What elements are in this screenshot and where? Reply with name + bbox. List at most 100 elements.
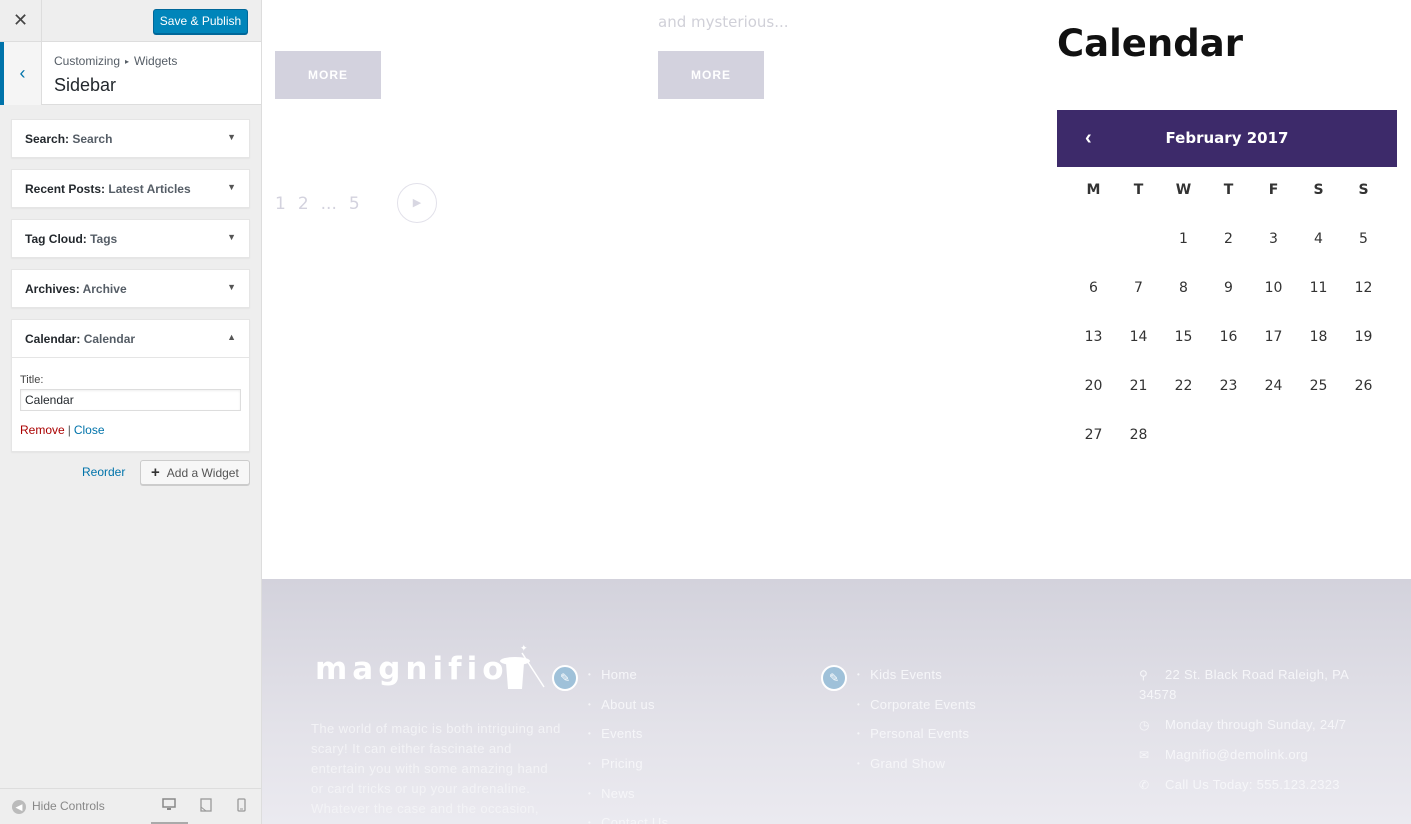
- chevron-left-icon[interactable]: ‹: [1085, 110, 1092, 167]
- footer-contact: ⚲ 22 St. Black Road Raleigh, PA 34578 ◷ Mo…: [1139, 665, 1359, 805]
- calendar-day: 13: [1084, 329, 1103, 345]
- contact-address: ⚲ 22 St. Black Road Raleigh, PA 34578: [1139, 667, 1349, 702]
- title-label: Title:: [20, 374, 44, 386]
- calendar-day: [1116, 216, 1161, 265]
- triangle-up-icon[interactable]: ▲: [227, 332, 236, 342]
- calendar-day: 21: [1129, 378, 1148, 394]
- back-button[interactable]: ‹: [0, 42, 42, 105]
- widget-name: Recent Posts: Latest Articles: [25, 182, 191, 196]
- widget-header[interactable]: Recent Posts: Latest Articles ▼: [12, 170, 249, 207]
- triangle-down-icon[interactable]: ▼: [227, 282, 236, 292]
- widget-calendar[interactable]: Calendar: Calendar ▲ Title: Remove|Close: [11, 319, 250, 452]
- mobile-preview-icon[interactable]: [237, 798, 246, 815]
- contact-email[interactable]: ✉ Magnifio@demolink.org: [1139, 745, 1359, 765]
- calendar-day: 11: [1309, 280, 1328, 296]
- widget-archives[interactable]: Archives: Archive ▼: [11, 269, 250, 308]
- widget-header[interactable]: Search: Search ▼: [12, 120, 249, 157]
- footer-link-pricing[interactable]: Pricing: [588, 756, 668, 786]
- pencil-icon[interactable]: ✎: [552, 665, 578, 691]
- page-link-2[interactable]: 2: [298, 194, 309, 214]
- breadcrumb: Customizing ▸ Widgets: [54, 54, 177, 68]
- remove-link[interactable]: Remove: [20, 423, 65, 437]
- widget-form: Title: Remove|Close: [12, 357, 249, 451]
- calendar-day: 16: [1219, 329, 1238, 345]
- breadcrumb-widgets: Widgets: [134, 54, 178, 68]
- footer-link-about[interactable]: About us: [588, 697, 668, 727]
- page-link-5[interactable]: 5: [349, 194, 360, 214]
- triangle-down-icon[interactable]: ▼: [227, 182, 236, 192]
- contact-phone[interactable]: ✆ Call Us Today: 555.123.2323: [1139, 775, 1359, 795]
- reorder-link[interactable]: Reorder: [82, 465, 125, 479]
- close-customizer-button[interactable]: ✕: [0, 0, 42, 41]
- widget-name: Tag Cloud: Tags: [25, 232, 118, 246]
- add-widget-button[interactable]: + Add a Widget: [140, 460, 250, 485]
- post-excerpt: and mysterious...: [658, 13, 789, 31]
- hide-controls-button[interactable]: ◀ Hide Controls: [12, 799, 105, 814]
- calendar-day: 1: [1179, 231, 1188, 247]
- pencil-icon[interactable]: ✎: [821, 665, 847, 691]
- footer-link-news[interactable]: News: [588, 786, 668, 816]
- footer-link-contact[interactable]: Contact Us: [588, 815, 668, 824]
- breadcrumb-separator: ▸: [125, 57, 130, 66]
- calendar-week-row: 6 7 8 9 10 11 12: [1057, 265, 1397, 314]
- calendar-week-row: 20 21 22 23 24 25 26: [1057, 363, 1397, 412]
- footer-link-home[interactable]: Home: [588, 667, 668, 697]
- desktop-preview-icon[interactable]: [162, 798, 176, 814]
- footer-link-grand-show[interactable]: Grand Show: [857, 756, 976, 786]
- widget-header[interactable]: Tag Cloud: Tags ▼: [12, 220, 249, 257]
- save-publish-button[interactable]: Save & Publish: [153, 9, 248, 34]
- more-button-2[interactable]: MORE: [658, 51, 764, 99]
- footer-about-text: The world of magic is both intriguing an…: [311, 721, 561, 816]
- calendar-day: 6: [1089, 280, 1098, 296]
- widget-tag-cloud[interactable]: Tag Cloud: Tags ▼: [11, 219, 250, 258]
- footer-logo[interactable]: magnifio: [315, 651, 509, 687]
- add-widget-label: Add a Widget: [166, 466, 239, 480]
- calendar-day: 7: [1134, 280, 1143, 296]
- footer-menu-events: Kids Events Corporate Events Personal Ev…: [857, 667, 976, 786]
- widget-name: Archives: Archive: [25, 282, 127, 296]
- widget-header[interactable]: Calendar: Calendar ▲: [12, 320, 249, 357]
- widget-actions: Remove | Close: [20, 423, 241, 437]
- footer-link-kids-events[interactable]: Kids Events: [857, 667, 976, 697]
- calendar-day: 18: [1309, 329, 1328, 345]
- close-link[interactable]: Close: [74, 423, 105, 437]
- widget-recent-posts[interactable]: Recent Posts: Latest Articles ▼: [11, 169, 250, 208]
- calendar-week-row: 27 28: [1057, 412, 1397, 461]
- customizer-header: ✕ Save & Publish: [0, 0, 261, 42]
- footer-menu-main: Home About us Events Pricing News Contac…: [588, 667, 668, 824]
- triangle-down-icon[interactable]: ▼: [227, 132, 236, 142]
- calendar-day: [1161, 412, 1206, 461]
- calendar-heading: Calendar: [1057, 22, 1243, 65]
- calendar-day: 12: [1354, 280, 1373, 296]
- footer-link-corporate-events[interactable]: Corporate Events: [857, 697, 976, 727]
- hide-controls-label: Hide Controls: [32, 799, 105, 813]
- calendar-day: [1071, 216, 1116, 265]
- calendar-week-row: 13 14 15 16 17 18 19: [1057, 314, 1397, 363]
- calendar-day: 5: [1359, 231, 1368, 247]
- clock-icon: ◷: [1139, 718, 1150, 732]
- calendar-day: 22: [1174, 378, 1193, 394]
- widget-header[interactable]: Archives: Archive ▼: [12, 270, 249, 307]
- tablet-preview-icon[interactable]: [200, 798, 212, 815]
- footer-link-personal-events[interactable]: Personal Events: [857, 726, 976, 756]
- more-button-1[interactable]: MORE: [275, 51, 381, 99]
- widget-search[interactable]: Search: Search ▼: [11, 119, 250, 158]
- calendar-weekday-row: M T W T F S S: [1057, 167, 1397, 216]
- next-page-button[interactable]: ▶: [397, 183, 437, 223]
- footer-link-events[interactable]: Events: [588, 726, 668, 756]
- map-marker-icon: ⚲: [1139, 668, 1149, 682]
- title-input[interactable]: [20, 389, 241, 411]
- calendar-day: 3: [1269, 231, 1278, 247]
- page-link-1[interactable]: 1: [275, 194, 286, 214]
- calendar-day: 4: [1314, 231, 1323, 247]
- arrow-left-circle-icon: ◀: [12, 800, 26, 814]
- calendar-day: [1296, 412, 1341, 461]
- calendar-day: [1206, 412, 1251, 461]
- calendar-month: February 2017: [1165, 129, 1289, 147]
- section-header: ‹ Customizing ▸ Widgets Sidebar: [0, 42, 261, 105]
- triangle-down-icon[interactable]: ▼: [227, 232, 236, 242]
- calendar-grid: M T W T F S S 1 2 3 4 5 6 7 8 9 10 11 12…: [1057, 167, 1397, 461]
- calendar-day: 9: [1224, 280, 1233, 296]
- section-title: Sidebar: [54, 75, 117, 95]
- calendar-day: 23: [1219, 378, 1238, 394]
